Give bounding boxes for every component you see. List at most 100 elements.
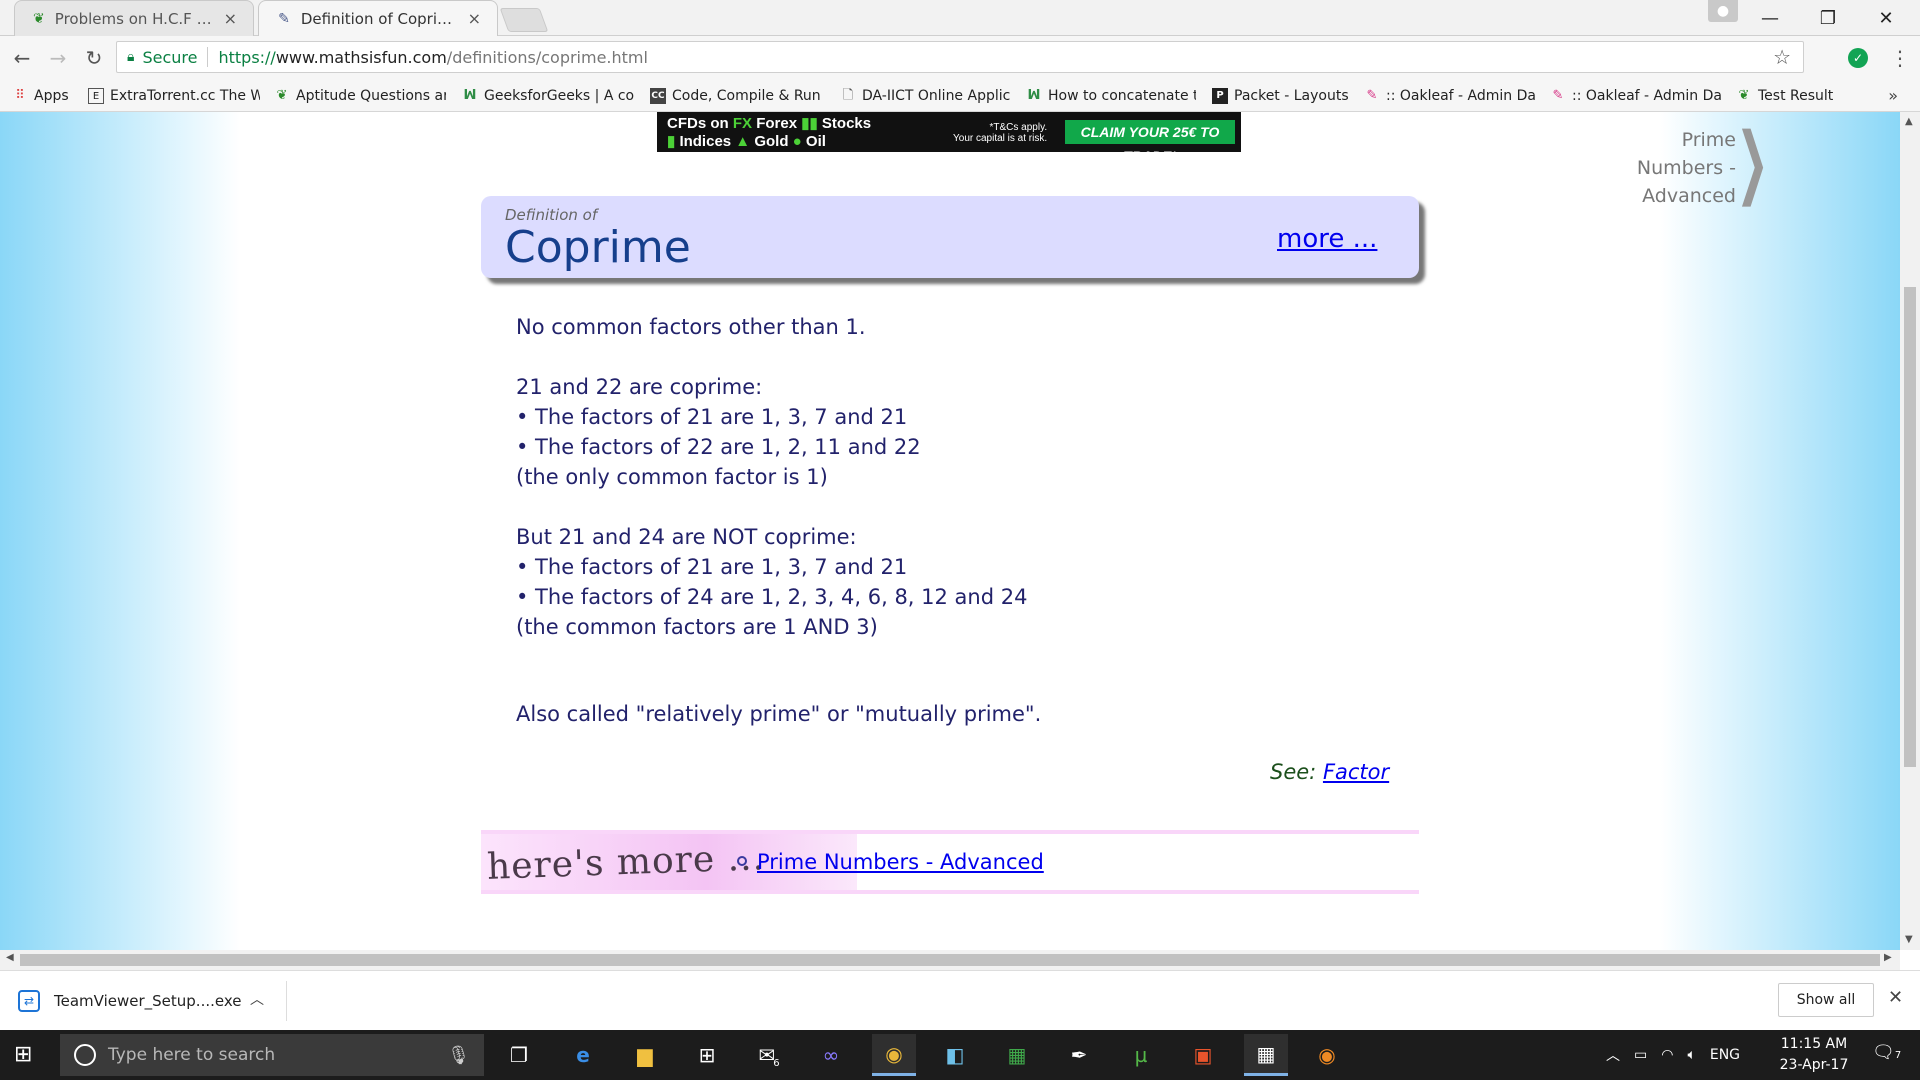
media-app-icon[interactable]: ▣ [1186,1038,1220,1072]
bullet-icon [737,856,747,866]
horizontal-scrollbar[interactable]: ◀ ▶ [0,950,1900,970]
chevron-up-icon[interactable]: ︿ [250,989,264,1009]
infinity-app-icon[interactable]: ∞ [814,1038,848,1072]
bookmark-star-icon[interactable]: ☆ [1773,45,1791,69]
ad-banner[interactable]: CFDs on FX Forex ▮▮ Stocks ▮ Indices ▲ G… [657,112,1241,164]
forward-arrow-icon[interactable]: → [42,42,74,74]
volume-icon[interactable]: 🔈︎ [1687,1047,1695,1063]
extension-shield-icon[interactable]: ✓ [1848,48,1868,68]
menu-kebab-icon[interactable]: ⋮ [1890,46,1910,70]
bookmark-packet[interactable]: P Packet - Layouts [1212,80,1352,112]
book-icon: ✎ [278,10,290,27]
edge-icon[interactable]: e [566,1038,600,1072]
bookmark-oakleaf-2[interactable]: ✎ :: Oakleaf - Admin Da [1550,80,1722,112]
divider [286,981,287,1021]
notification-count: 7 [1894,1050,1902,1061]
heres-more-section: here's more ... Prime Numbers - Advanced [481,830,1419,894]
spreadsheet-app-icon[interactable]: ▦ [1000,1038,1034,1072]
battery-icon[interactable]: ▭ [1634,1047,1647,1063]
page-viewport: CFDs on FX Forex ▮▮ Stocks ▮ Indices ▲ G… [0,112,1900,950]
bookmark-extratorrent[interactable]: E ExtraTorrent.cc The W [88,80,260,112]
bookmark-code-compile[interactable]: CC Code, Compile & Run [650,80,820,112]
clock-date: 23-Apr-17 [1779,1057,1849,1073]
gfg-icon: ꟽ [1027,88,1041,103]
search-placeholder: Type here to search [108,1045,276,1065]
example-line: • The factors of 24 are 1, 2, 3, 4, 6, 8… [516,585,1028,609]
back-arrow-icon[interactable]: ← [6,42,38,74]
scrollbar-thumb[interactable] [20,954,1880,966]
scroll-down-icon[interactable]: ▼ [1905,934,1913,945]
scrollbar-thumb[interactable] [1904,287,1916,767]
scroll-right-icon[interactable]: ▶ [1884,952,1892,963]
more-link[interactable]: more ... [1277,224,1377,254]
store-icon[interactable]: ⊞ [690,1038,724,1072]
also-called-text: Also called "relatively prime" or "mutua… [516,702,1042,726]
factor-link[interactable]: Factor [1323,760,1389,784]
bookmark-label: Test Result [1758,88,1834,104]
notification-center-icon[interactable]: 🗨︎7 [1872,1042,1901,1063]
bookmark-label: :: Oakleaf - Admin Da [1572,88,1722,104]
leaf-icon: ❦ [1738,88,1750,103]
see-label: See: [1270,760,1317,784]
wifi-icon[interactable]: ◠ [1661,1047,1673,1063]
file-explorer-icon[interactable]: ▆ [628,1038,662,1072]
ad-text: Forex [756,115,798,132]
clock-time: 11:15 AM [1780,1036,1848,1052]
task-view-icon[interactable]: ❐ [502,1038,536,1072]
show-all-button[interactable]: Show all [1778,983,1874,1017]
scroll-left-icon[interactable]: ◀ [6,952,14,963]
taskbar: ⊞ Type here to search 🎙︎ ❐ e ▆ ⊞ ✉ 6 ∞ ◉ … [0,1030,1920,1080]
bookmark-test-result[interactable]: ❦ Test Result [1736,80,1856,112]
next-page-link[interactable]: Prime Numbers - Advanced [1620,126,1736,210]
ad-text: *T&Cs apply. [989,122,1048,133]
utorrent-icon[interactable]: µ [1124,1038,1158,1072]
reload-icon[interactable]: ↻ [78,42,110,74]
clock[interactable]: 11:15 AM 23-Apr-17 [1764,1034,1864,1076]
tab-close-icon[interactable]: × [468,9,481,28]
chevron-right-icon[interactable]: ❯ [1736,122,1769,202]
bookmark-daiict[interactable]: 🗋︎ DA-IICT Online Applic [840,80,1010,112]
download-item[interactable]: ⇄ TeamViewer_Setup....exe [18,983,241,1019]
tab-problems-hcf[interactable]: ❦ Problems on H.C.F and L × [14,0,254,36]
ad-line-1: CFDs on FX Forex ▮▮ Stocks [667,114,871,132]
bookmark-concatenate[interactable]: ꟽ How to concatenate t [1026,80,1196,112]
language-indicator[interactable]: ENG [1710,1047,1740,1063]
bookmarks-overflow-icon[interactable]: » [1888,86,1898,105]
minimize-button[interactable]: — [1742,0,1798,36]
definition-summary: No common factors other than 1. [516,315,866,339]
search-box[interactable]: Type here to search 🎙︎ [60,1034,484,1076]
bookmark-label: DA-IICT Online Applic [862,88,1010,104]
profile-icon[interactable]: ● [1708,0,1738,22]
tab-close-icon[interactable]: × [224,9,237,28]
calculator-icon[interactable]: ▦ [1244,1034,1288,1076]
prime-numbers-advanced-link[interactable]: Prime Numbers - Advanced [757,850,1044,874]
vertical-scrollbar[interactable]: ▲ ▼ [1900,112,1920,950]
url-scheme: https:// [218,47,276,67]
microphone-icon[interactable]: 🎙︎ [447,1045,470,1066]
bookmark-apps[interactable]: ⠿ Apps [12,80,78,112]
divider [207,47,209,67]
oil-drop-icon: ● [792,133,802,150]
bookmark-aptitude[interactable]: ❦ Aptitude Questions ar [274,80,446,112]
address-bar[interactable]: 🔒︎ Secure https://www.mathsisfun.com/def… [116,41,1804,73]
close-window-button[interactable]: ✕ [1858,0,1914,36]
chrome-icon[interactable]: ◉ [872,1034,916,1076]
close-icon[interactable]: ✕ [1888,987,1903,1008]
firefox-icon[interactable]: ◉ [1310,1038,1344,1072]
notes-app-icon[interactable]: ◧ [938,1038,972,1072]
url-path: /definitions/coprime.html [446,47,648,67]
chevron-up-icon[interactable]: ︿ [1606,1045,1620,1065]
restore-button[interactable]: ❐ [1800,0,1856,36]
windows-start-icon[interactable]: ⊞ [14,1042,32,1067]
pen-app-icon[interactable]: ✒ [1062,1038,1096,1072]
ad-cta-button[interactable]: CLAIM YOUR 25€ TO TRADE* [1065,120,1235,164]
tab-definition-coprime[interactable]: ✎ Definition of Coprime × [258,0,498,36]
mail-icon[interactable]: ✉ 6 [752,1038,786,1072]
bookmark-geeksforgeeks[interactable]: ꟽ GeeksforGeeks | A cor [462,80,634,112]
new-tab-button[interactable] [499,8,549,32]
bookmark-oakleaf-1[interactable]: ✎ :: Oakleaf - Admin Da [1364,80,1536,112]
chart-bars-icon: ▮▮ [801,115,818,132]
gold-bars-icon: ▲ [735,133,751,150]
doc-icon: 🗋︎ [842,88,854,103]
scroll-up-icon[interactable]: ▲ [1905,116,1913,127]
